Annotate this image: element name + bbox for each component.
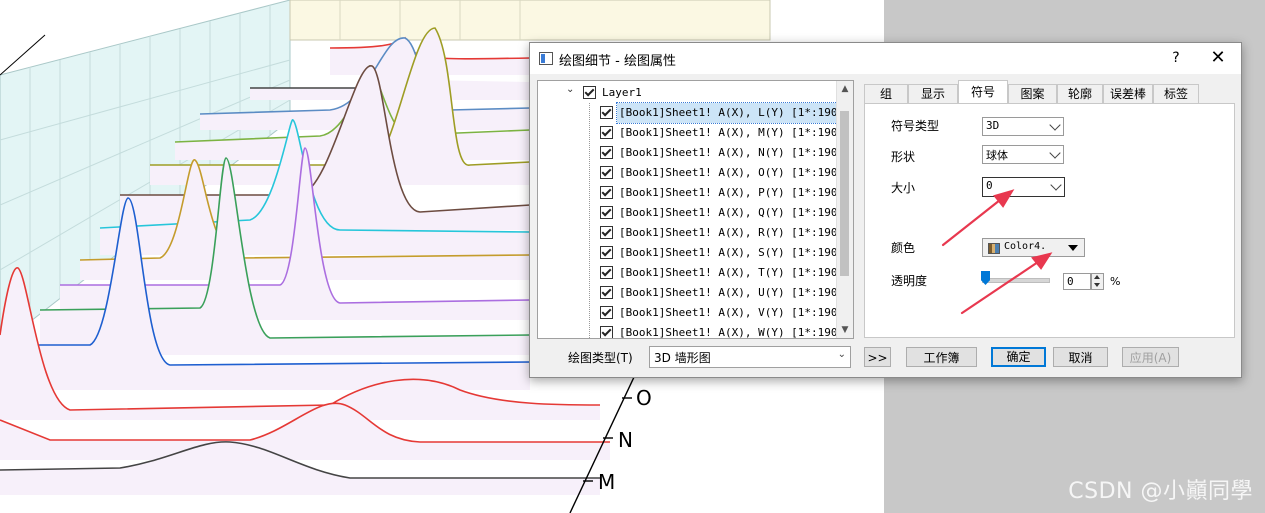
tab-display[interactable]: 显示 <box>908 84 958 103</box>
tab-label[interactable]: 标签 <box>1153 84 1199 103</box>
color-label: 颜色 <box>891 241 916 255</box>
item-checkbox[interactable] <box>600 106 613 119</box>
chevron-down-icon <box>1049 147 1061 159</box>
item-checkbox[interactable] <box>600 246 613 259</box>
dialog-title: 绘图细节 - 绘图属性 <box>559 54 676 69</box>
ok-button[interactable]: 确定 <box>991 347 1046 367</box>
scroll-down-icon[interactable]: ▼ <box>837 322 853 338</box>
symbol-type-select[interactable]: 3D <box>982 117 1064 136</box>
plot-type-label: 绘图类型(T) <box>568 351 633 365</box>
tab-error-bar[interactable]: 误差棒 <box>1103 84 1153 103</box>
spin-down-icon[interactable] <box>1094 283 1100 287</box>
help-button[interactable]: ? <box>1166 48 1186 68</box>
item-label: [Book1]Sheet1! A(X), M(Y) [1*:190*] <box>619 126 851 139</box>
item-label: [Book1]Sheet1! A(X), S(Y) [1*:190*] <box>619 246 851 259</box>
item-checkbox[interactable] <box>600 186 613 199</box>
item-label: [Book1]Sheet1! A(X), Q(Y) [1*:190*] <box>619 206 851 219</box>
size-value: 0 <box>986 179 993 192</box>
apply-button[interactable]: 应用(A) <box>1122 347 1179 367</box>
shape-select[interactable]: 球体 <box>982 145 1064 164</box>
expand-button[interactable]: >> <box>864 347 891 367</box>
opacity-input[interactable]: 0 <box>1063 273 1091 290</box>
item-label: [Book1]Sheet1! A(X), U(Y) [1*:190*] <box>619 286 851 299</box>
item-checkbox[interactable] <box>600 166 613 179</box>
item-label: [Book1]Sheet1! A(X), N(Y) [1*:190*] <box>619 146 851 159</box>
window-icon <box>539 52 553 65</box>
watermark: CSDN @小巓同學 <box>1068 479 1253 504</box>
opacity-label: 透明度 <box>891 274 928 288</box>
item-checkbox[interactable] <box>600 206 613 219</box>
chevron-down-icon: ⌄ <box>837 349 846 360</box>
shape-label: 形状 <box>891 150 916 164</box>
item-checkbox[interactable] <box>600 146 613 159</box>
symbol-type-value: 3D <box>986 119 1000 132</box>
tree-guide-line <box>589 103 591 338</box>
chevron-down-icon <box>1049 119 1061 131</box>
item-checkbox[interactable] <box>600 306 613 319</box>
collapse-icon[interactable]: ⌄ <box>566 84 574 95</box>
back-panel <box>289 0 771 41</box>
opacity-slider-track[interactable] <box>982 278 1050 283</box>
color-value: Color4. <box>1004 241 1047 252</box>
item-checkbox[interactable] <box>600 266 613 279</box>
chevron-down-icon <box>1050 179 1062 191</box>
axis-label-m: M <box>598 470 616 494</box>
item-checkbox[interactable] <box>600 226 613 239</box>
layer-label: Layer1 <box>602 86 642 99</box>
item-label: [Book1]Sheet1! A(X), L(Y) [1*:190*] <box>616 102 853 124</box>
tab-symbol[interactable]: 符号 <box>958 80 1008 104</box>
plot-details-dialog: 绘图细节 - 绘图属性 ? ✕ ⌄ Layer1 [Book1]Sheet1! … <box>529 42 1242 378</box>
color-swatch-icon <box>988 243 1000 254</box>
layer-checkbox[interactable] <box>583 86 596 99</box>
spin-up-icon[interactable] <box>1094 275 1100 279</box>
plot-tree[interactable]: ⌄ Layer1 [Book1]Sheet1! A(X), L(Y) [1*:1… <box>537 80 854 339</box>
symbol-tab-panel: 符号类型 3D 形状 球体 大小 0 颜色 Color4. 透明度 0 % <box>864 103 1235 338</box>
color-select[interactable]: Color4. <box>982 238 1085 257</box>
tree-scrollbar[interactable]: ▲ ▼ <box>836 81 853 338</box>
cancel-button[interactable]: 取消 <box>1053 347 1108 367</box>
plot-type-value: 3D 墙形图 <box>654 351 711 365</box>
workbook-button[interactable]: 工作簿 <box>906 347 977 367</box>
scroll-thumb[interactable] <box>840 111 849 276</box>
symbol-type-label: 符号类型 <box>891 119 940 133</box>
item-label: [Book1]Sheet1! A(X), V(Y) [1*:190*] <box>619 306 851 319</box>
item-label: [Book1]Sheet1! A(X), P(Y) [1*:190*] <box>619 186 851 199</box>
dropdown-arrow-icon <box>1068 245 1078 251</box>
item-checkbox[interactable] <box>600 326 613 338</box>
size-label: 大小 <box>891 181 916 195</box>
opacity-value: 0 <box>1067 275 1074 288</box>
opacity-unit: % <box>1110 275 1121 288</box>
plot-type-select[interactable]: 3D 墙形图 ⌄ <box>649 346 851 368</box>
scroll-up-icon[interactable]: ▲ <box>837 81 853 97</box>
axis-label-n: N <box>618 428 633 452</box>
item-label: [Book1]Sheet1! A(X), T(Y) [1*:190*] <box>619 266 851 279</box>
tab-outline[interactable]: 轮廓 <box>1057 84 1103 103</box>
shape-value: 球体 <box>986 149 1008 162</box>
item-checkbox[interactable] <box>600 126 613 139</box>
tab-pattern[interactable]: 图案 <box>1008 84 1057 103</box>
size-combo[interactable]: 0 <box>982 177 1065 197</box>
item-checkbox[interactable] <box>600 286 613 299</box>
item-label: [Book1]Sheet1! A(X), O(Y) [1*:190*] <box>619 166 851 179</box>
close-button[interactable]: ✕ <box>1206 46 1230 70</box>
opacity-spinner[interactable] <box>1091 273 1104 290</box>
axis-label-o: O <box>636 386 652 410</box>
tab-group[interactable]: 组 <box>864 84 908 103</box>
title-bar[interactable]: 绘图细节 - 绘图属性 ? ✕ <box>530 43 1241 74</box>
item-label: [Book1]Sheet1! A(X), R(Y) [1*:190*] <box>619 226 851 239</box>
item-label: [Book1]Sheet1! A(X), W(Y) [1*:190*] <box>619 326 851 339</box>
